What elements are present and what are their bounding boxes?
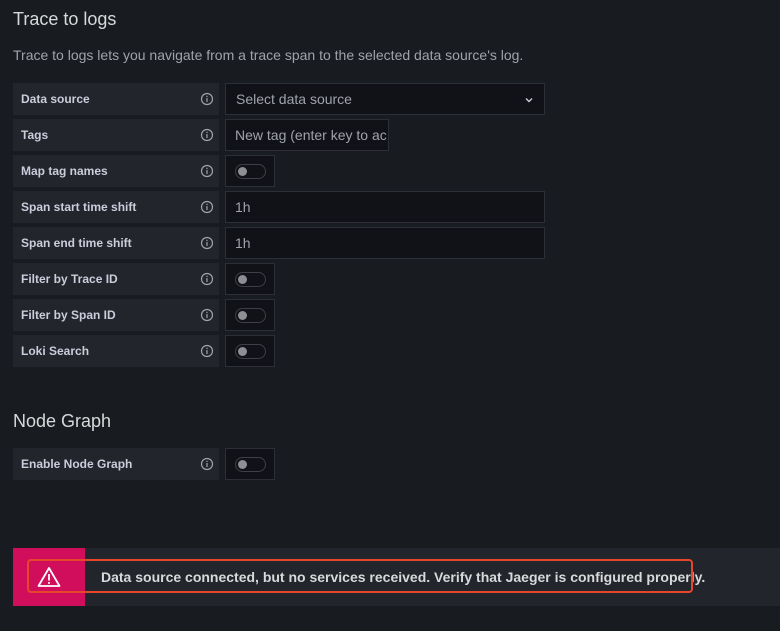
filter-by-span-id-switch-container: [225, 299, 275, 331]
filter-by-span-id-label: Filter by Span ID: [13, 299, 219, 331]
chevron-down-icon: [525, 98, 533, 103]
node-graph-title: Node Graph: [13, 411, 112, 431]
tags-input-placeholder: New tag (enter key to ac: [235, 127, 387, 143]
info-circle-icon[interactable]: [200, 92, 214, 106]
span-end-time-shift-placeholder: 1h: [235, 235, 251, 251]
info-circle-icon[interactable]: [200, 236, 214, 250]
enable-node-graph-label-text: Enable Node Graph: [21, 457, 133, 471]
data-source-label-text: Data source: [21, 92, 90, 106]
filter-by-span-id-label-text: Filter by Span ID: [21, 308, 116, 322]
filter-by-trace-id-toggle[interactable]: [235, 271, 266, 287]
span-end-time-shift-input[interactable]: 1h: [225, 227, 545, 259]
info-circle-icon[interactable]: [200, 308, 214, 322]
toggle-knob: [238, 274, 247, 284]
trace-to-logs-title: Trace to logs: [13, 9, 117, 29]
span-start-time-shift-label-text: Span start time shift: [21, 200, 137, 214]
data-source-select-value: Select data source: [236, 91, 352, 107]
toggle-knob: [238, 310, 247, 320]
info-circle-icon[interactable]: [200, 200, 214, 214]
info-circle-icon[interactable]: [200, 344, 214, 358]
span-end-time-shift-label-text: Span end time shift: [21, 236, 132, 250]
filter-by-trace-id-switch-container: [225, 263, 275, 295]
toggle-knob: [238, 166, 247, 176]
map-tag-names-toggle[interactable]: [235, 163, 266, 179]
tags-input[interactable]: New tag (enter key to ac: [225, 119, 389, 151]
enable-node-graph-label: Enable Node Graph: [13, 448, 219, 480]
span-end-time-shift-label: Span end time shift: [13, 227, 219, 259]
info-circle-icon[interactable]: [200, 272, 214, 286]
tags-label-text: Tags: [21, 128, 49, 142]
tags-label: Tags: [13, 119, 219, 151]
trace-to-logs-description: Trace to logs lets you navigate from a t…: [13, 47, 524, 63]
enable-node-graph-switch-container: [225, 448, 275, 480]
info-circle-icon[interactable]: [200, 457, 214, 471]
map-tag-names-switch-container: [225, 155, 275, 187]
annotation-highlight-box: [27, 559, 693, 593]
map-tag-names-label: Map tag names: [13, 155, 219, 187]
toggle-knob: [238, 346, 247, 356]
data-source-label: Data source: [13, 83, 219, 115]
loki-search-label-text: Loki Search: [21, 344, 90, 358]
enable-node-graph-toggle[interactable]: [235, 456, 266, 472]
loki-search-switch-container: [225, 335, 275, 367]
loki-search-label: Loki Search: [13, 335, 219, 367]
info-circle-icon[interactable]: [200, 164, 214, 178]
filter-by-span-id-toggle[interactable]: [235, 307, 266, 323]
data-source-select[interactable]: Select data source: [225, 83, 545, 115]
filter-by-trace-id-label: Filter by Trace ID: [13, 263, 219, 295]
span-start-time-shift-label: Span start time shift: [13, 191, 219, 223]
filter-by-trace-id-label-text: Filter by Trace ID: [21, 272, 118, 286]
info-circle-icon[interactable]: [200, 128, 214, 142]
span-start-time-shift-input[interactable]: 1h: [225, 191, 545, 223]
span-start-time-shift-placeholder: 1h: [235, 199, 251, 215]
loki-search-toggle[interactable]: [235, 343, 266, 359]
toggle-knob: [238, 459, 247, 469]
map-tag-names-label-text: Map tag names: [21, 164, 108, 178]
